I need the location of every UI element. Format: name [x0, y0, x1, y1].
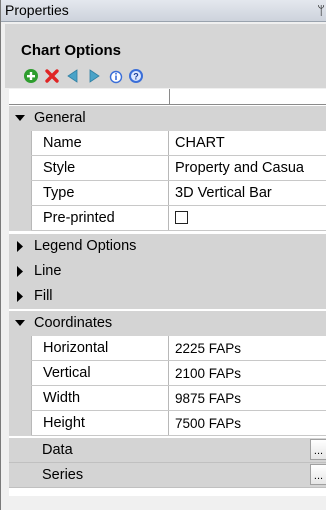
category-coordinates[interactable]: Coordinates [9, 311, 326, 336]
property-row-height[interactable]: Height 7500 FAPs [9, 410, 326, 436]
property-row-preprinted[interactable]: Pre-printed [9, 205, 326, 231]
grid-footer [9, 496, 326, 510]
expand-icon[interactable] [14, 234, 26, 259]
category-label: Coordinates [34, 315, 113, 331]
property-row-type[interactable]: Type 3D Vertical Bar [9, 180, 326, 206]
collapse-icon[interactable] [14, 311, 26, 336]
category-label: Fill [34, 288, 53, 304]
category-label: General [34, 110, 86, 126]
property-row-style[interactable]: Style Property and Casua [9, 155, 326, 181]
property-label: Horizontal [31, 336, 169, 360]
grid-header [9, 89, 326, 105]
property-value[interactable]: 9875 FAPs [169, 386, 326, 410]
property-label: Type [31, 181, 169, 205]
category-legend-options[interactable]: Legend Options [9, 234, 326, 259]
expand-icon[interactable] [14, 284, 26, 309]
category-label: Line [34, 263, 62, 279]
property-row-name[interactable]: Name CHART [9, 130, 326, 156]
delete-icon[interactable] [44, 68, 60, 84]
property-value[interactable]: Property and Casua [169, 156, 326, 180]
section-title: Chart Options [21, 42, 121, 59]
panel-title-bar: Properties ᛘ [1, 0, 326, 22]
property-label: Pre-printed [31, 206, 169, 230]
properties-panel: Properties ᛘ Chart Options ? General Nam… [0, 0, 326, 510]
pin-icon[interactable]: ᛘ [317, 0, 325, 21]
property-row-vertical[interactable]: Vertical 2100 FAPs [9, 360, 326, 386]
property-row-series[interactable]: Series ... [9, 463, 326, 488]
property-label: Data [42, 442, 73, 458]
property-label: Name [31, 131, 169, 155]
property-label: Height [31, 411, 169, 435]
expand-icon[interactable] [14, 259, 26, 284]
help-icon[interactable]: ? [128, 68, 144, 84]
series-ellipsis-button[interactable]: ... [310, 464, 326, 485]
category-line[interactable]: Line [9, 259, 326, 284]
property-row-width[interactable]: Width 9875 FAPs [9, 385, 326, 411]
property-value[interactable]: CHART [169, 131, 326, 155]
property-value[interactable]: 3D Vertical Bar [169, 181, 326, 205]
info-icon[interactable] [107, 68, 123, 84]
toolbar: ? [23, 66, 149, 86]
property-value[interactable]: 7500 FAPs [169, 411, 326, 435]
collapse-icon[interactable] [14, 106, 26, 131]
svg-text:?: ? [133, 72, 139, 82]
property-label: Width [31, 386, 169, 410]
move-right-icon[interactable] [86, 68, 102, 84]
preprinted-checkbox[interactable] [175, 211, 188, 224]
category-fill[interactable]: Fill [9, 284, 326, 309]
property-label: Style [31, 156, 169, 180]
data-ellipsis-button[interactable]: ... [310, 439, 326, 460]
property-label: Vertical [31, 361, 169, 385]
move-left-icon[interactable] [65, 68, 81, 84]
category-general[interactable]: General [9, 106, 326, 131]
property-row-horizontal[interactable]: Horizontal 2225 FAPs [9, 335, 326, 361]
property-value[interactable]: 2100 FAPs [169, 361, 326, 385]
property-label: Series [42, 467, 84, 483]
panel-title: Properties [5, 2, 69, 18]
property-value[interactable]: 2225 FAPs [169, 336, 326, 360]
add-icon[interactable] [23, 68, 39, 84]
property-row-data[interactable]: Data ... [9, 438, 326, 463]
category-label: Legend Options [34, 238, 137, 254]
